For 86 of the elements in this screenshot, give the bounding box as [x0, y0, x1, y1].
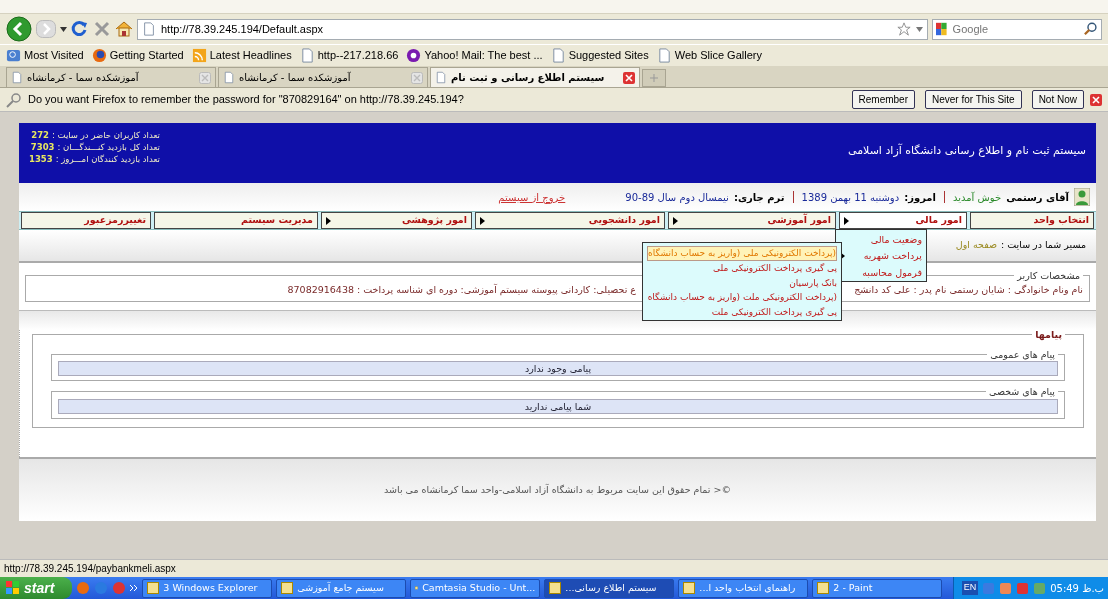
password-prompt: Do you want Firefox to remember the password for "870829164" on http://78.39.245.194?: [28, 92, 465, 108]
menu-item[interactable]: امور آموزشی: [668, 212, 836, 229]
browser-tab[interactable]: آموزشکده سما - کرمانشاه: [6, 67, 216, 87]
taskbar-button[interactable]: 3 Windows Explorer: [142, 578, 273, 598]
tray-icon[interactable]: [1033, 581, 1047, 595]
url-field[interactable]: http://78.39.245.194/Default.aspx: [137, 18, 928, 40]
menu-item[interactable]: امور دانشجویی: [475, 212, 665, 229]
home-icon[interactable]: [115, 20, 133, 38]
page-icon: [550, 48, 566, 63]
menu-item[interactable]: بانک پارسیان: [647, 276, 838, 290]
new-tab-icon[interactable]: [642, 69, 666, 87]
site-title: سیستم ثبت نام و اطلاع رسانی دانشگاه آزاد اسلامی: [848, 143, 1086, 159]
bookmark-link[interactable]: Most Visited: [6, 47, 84, 64]
term-label: ترم جاری:: [733, 190, 785, 205]
breadcrumb-label: مسیر شما در سایت :: [1001, 238, 1086, 253]
search-icon[interactable]: [1083, 21, 1098, 37]
menu-item[interactable]: فرمول محاسبه: [840, 265, 922, 280]
term-text: نیمسال دوم سال 89-90: [625, 190, 729, 205]
group-legend: پیام های شخصی: [986, 387, 1058, 397]
menu-item[interactable]: پی گیری پرداخت الکترونیکی ملی: [647, 262, 838, 276]
panel-legend: پیامها: [1032, 330, 1065, 340]
page-icon: [656, 48, 672, 63]
tray-icon[interactable]: [999, 581, 1013, 595]
chevron-icon[interactable]: [130, 584, 139, 592]
menu-item[interactable]: (پرداخت الکترونیکی ملت (واریز به حساب دانشگاه: [647, 291, 838, 305]
status-text: http://78.39.245.194/paybankmeli.aspx: [0, 559, 1108, 577]
menu-item[interactable]: وضعیت مالی: [840, 233, 922, 248]
logout-link[interactable]: خروج از سیستم: [498, 189, 566, 205]
tab-close-icon[interactable]: [623, 71, 635, 84]
menu-item[interactable]: پی گیری پرداخت الکترونیکی ملت: [647, 305, 838, 319]
bookmark-link[interactable]: Suggested Sites: [550, 47, 649, 64]
dropdown-icon[interactable]: [60, 26, 67, 32]
menu-item[interactable]: تغییررمزعبور: [21, 212, 151, 229]
group-legend: پیام های عمومی: [987, 349, 1058, 359]
page-icon: [142, 21, 156, 37]
taskbar-button[interactable]: سیستم جامع آموزشی: [276, 578, 407, 598]
taskbar-button[interactable]: 2 - Paint: [812, 578, 943, 598]
windows-logo-icon: [6, 581, 20, 595]
menu-item[interactable]: امور پژوهشی: [321, 212, 472, 229]
bookmark-link[interactable]: Latest Headlines: [191, 47, 292, 64]
star-icon[interactable]: [897, 22, 911, 36]
bookmark-link[interactable]: http--217.218.66: [299, 47, 399, 64]
tray-icon[interactable]: [1016, 581, 1030, 595]
password-button[interactable]: Never for This Site: [925, 90, 1022, 109]
page-icon: [223, 70, 235, 85]
back-icon[interactable]: [6, 16, 32, 42]
password-button[interactable]: Remember: [851, 90, 915, 109]
message-bar: شما پیامی ندارید: [58, 398, 1058, 414]
menu-item[interactable]: امور مالی: [839, 212, 967, 229]
clock-text: 05:49 ب.ظ: [1050, 581, 1104, 596]
password-button[interactable]: Not Now: [1031, 90, 1084, 109]
page-icon: [299, 48, 315, 63]
message-bar: پیامی وجود ندارد: [58, 361, 1058, 376]
browser-tab[interactable]: آموزشکده سما - کرمانشاه: [218, 67, 428, 87]
date-text: دوشنبه 11 بهمن 1389: [801, 190, 900, 205]
panel-legend: مشخصات کاربر: [1014, 271, 1083, 281]
menu-item[interactable]: انتخاب واحد: [970, 212, 1094, 229]
reload-icon[interactable]: [71, 20, 89, 38]
user-name: آقای رستمی: [1006, 190, 1069, 205]
browser-tab[interactable]: سیستم اطلاع رسانی و ثبت نام: [430, 67, 640, 87]
taskbar-button[interactable]: سیستم اطلاع رسانی...: [544, 578, 675, 598]
taskbar-button[interactable]: راهنمای انتخاب واحد ا...: [678, 578, 809, 598]
bookmark-link[interactable]: Web Slice Gallery: [656, 47, 762, 64]
page-icon: [11, 70, 23, 85]
user-icon: [1074, 188, 1090, 206]
taskbar-button[interactable]: Camtasia Studio - Unt...: [410, 578, 541, 598]
bookmark-link[interactable]: Yahoo! Mail: The best ...: [406, 47, 543, 64]
start-button[interactable]: start: [0, 577, 73, 599]
app-icon[interactable]: [94, 581, 109, 595]
language-indicator[interactable]: EN: [961, 581, 979, 595]
menu-item[interactable]: مدیریت سیستم: [154, 212, 318, 229]
close-icon[interactable]: [1090, 93, 1102, 106]
search-engine-icon[interactable]: [936, 22, 947, 36]
search-box[interactable]: Google: [932, 18, 1102, 40]
bookmark-link[interactable]: Getting Started: [91, 47, 184, 64]
user-info-text: نام ونام خانوادگی : شایان رستمی نام پدر : علی کد دانشج: [854, 282, 1083, 297]
circle-icon: [406, 48, 422, 63]
user-info-text: ع تحصیلی: کاردانی پیوسته سیستم آموزشی: دوره ای شناسه پرداخت : 87082916438: [287, 282, 636, 297]
stop-icon[interactable]: [93, 20, 111, 38]
tray-icon[interactable]: [982, 581, 996, 595]
page-icon: [435, 70, 447, 85]
app-icon[interactable]: [76, 581, 91, 595]
dropdown-icon[interactable]: [916, 26, 923, 32]
date-label: امروز:: [904, 190, 936, 205]
feed-icon: [191, 48, 207, 63]
greeting-text: خوش آمدید: [952, 190, 1002, 205]
